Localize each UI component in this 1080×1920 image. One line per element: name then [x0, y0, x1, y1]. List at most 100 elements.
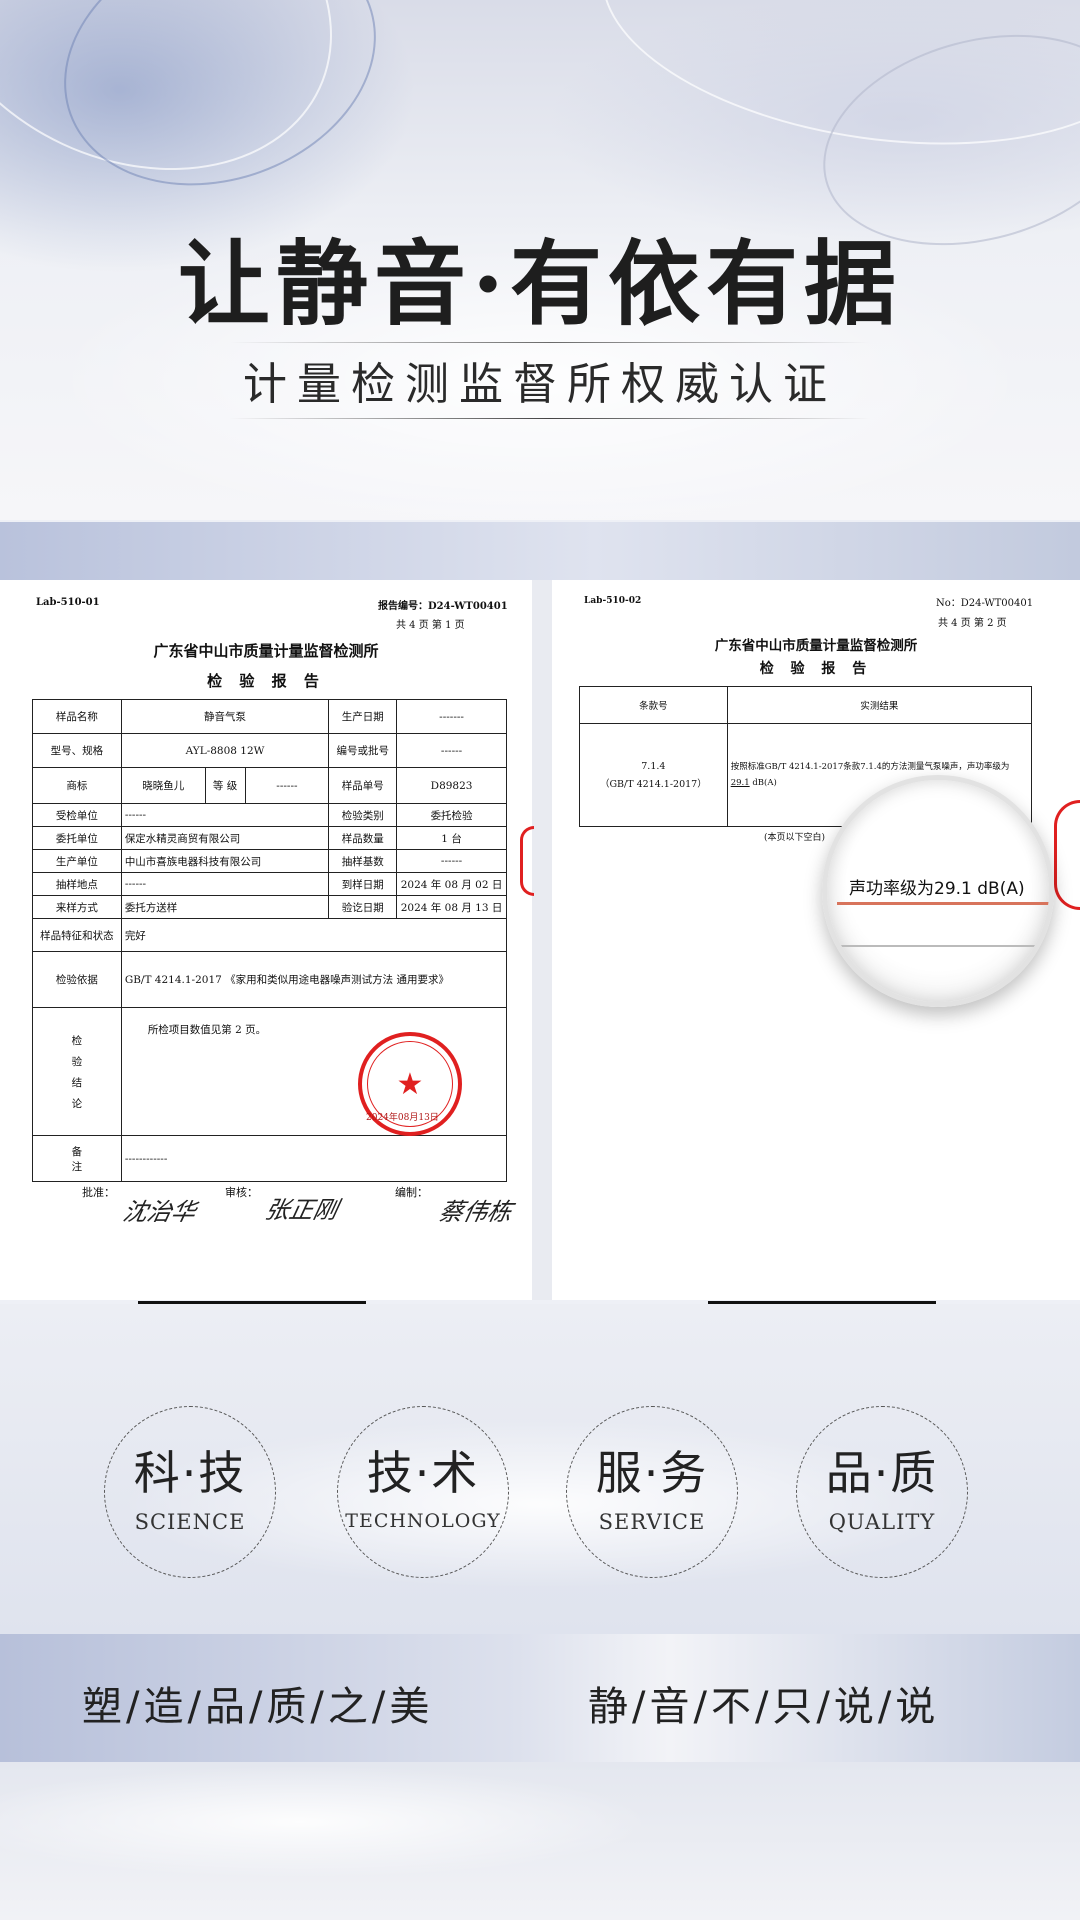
clause-standard: （GB/T 4214.1-2017） — [599, 778, 707, 790]
table-cell: D89823 — [396, 767, 507, 804]
table-cell: GB/T 4214.1-2017 《家用和类似用途电器噪声测试方法 通用要求》 — [120, 951, 508, 1008]
lab-code: Lab-510-01 — [36, 597, 100, 608]
report-title: 检 验 报 告 — [207, 672, 325, 690]
table-cell: 验讫日期 — [328, 895, 398, 919]
table-cell: 型号、规格 — [32, 733, 122, 768]
page-subtitle: 计量检测监督所权威认证 — [243, 359, 837, 410]
slogan-left: 塑/造/品/质/之/美 — [82, 1684, 434, 1730]
table-cell: 抽样地点 — [32, 872, 122, 896]
edge-seal — [1054, 800, 1080, 910]
table-cell: 样品特征和状态 — [32, 918, 122, 952]
table-cell: ------ — [244, 767, 330, 804]
table-cell: 来样方式 — [32, 895, 122, 919]
table-cell: 1 台 — [396, 826, 507, 850]
divider — [837, 945, 1049, 947]
badge-technology: 技·术 TECHNOLOGY — [337, 1406, 509, 1578]
compile-label: 编制： — [395, 1186, 428, 1199]
approve-label: 批准： — [82, 1186, 115, 1199]
table-cell: 生产单位 — [32, 849, 122, 873]
clause-cell: 7.1.4 （GB/T 4214.1-2017） — [579, 723, 728, 827]
divider — [230, 342, 870, 343]
divider — [230, 418, 870, 419]
clause-number: 7.1.4 — [641, 760, 666, 772]
conclusion-label-cell: 检 验 结 论 — [32, 1007, 122, 1136]
badge-title: 技·术 — [366, 1446, 480, 1500]
result-value: 29.1 — [730, 778, 750, 788]
table-cell: 委托单位 — [32, 826, 122, 850]
decorative-swirl — [28, 0, 412, 228]
table-cell: 完好 — [120, 918, 508, 952]
table-cell: 编号或批号 — [328, 733, 398, 768]
table-cell: 委托方送样 — [120, 895, 330, 919]
table-cell: 中山市喜族电器科技有限公司 — [120, 849, 330, 873]
conclusion-label-char: 验 — [71, 1055, 83, 1068]
badge-subtitle: SCIENCE — [134, 1510, 246, 1534]
conclusion-label-char: 论 — [71, 1097, 83, 1110]
blue-band — [0, 522, 1080, 580]
seal-date: 2024年08月13日 — [366, 1113, 439, 1123]
badge-title: 品·质 — [825, 1446, 939, 1500]
result-text: 按照标准GB/T 4214.1-2017条款7.1.4的方法测量气泵噪声，声功率… — [730, 762, 1010, 772]
highlight-line — [837, 902, 1049, 905]
review-label: 审核： — [225, 1186, 258, 1199]
result-unit: dB(A) — [752, 778, 777, 788]
table-cell: ------ — [396, 849, 507, 873]
note-label-cell: 备 注 — [32, 1135, 122, 1182]
table-cell: 保定水精灵商贸有限公司 — [120, 826, 330, 850]
slogan-band: 塑/造/品/质/之/美 静/音/不/只/说/说 — [0, 1634, 1080, 1762]
page-count: 共 4 页 第 2 页 — [938, 618, 1007, 629]
table-header: 条款号 — [579, 686, 728, 724]
test-report-page-1: Lab-510-01 报告编号：D24-WT00401 共 4 页 第 1 页 … — [0, 580, 532, 1300]
blank-note: (本页以下空白) — [764, 833, 826, 843]
page-count: 共 4 页 第 1 页 — [396, 620, 465, 631]
badge-science: 科·技 SCIENCE — [104, 1406, 276, 1578]
table-cell: 静音气泵 — [120, 699, 330, 734]
conclusion-label-char: 结 — [71, 1076, 83, 1089]
table-cell: ------ — [396, 733, 507, 768]
signature-compile: 蔡伟栋 — [436, 1198, 515, 1226]
signature-review: 张正刚 — [262, 1196, 341, 1224]
table-cell: 2024 年 08 月 13 日 — [396, 895, 507, 919]
note-label-char: 注 — [71, 1160, 83, 1173]
table-cell: 生产日期 — [328, 699, 398, 734]
table-cell: 样品单号 — [328, 767, 398, 804]
lab-code: Lab-510-02 — [584, 596, 642, 606]
institute-name: 广东省中山市质量计量监督检测所 — [714, 638, 918, 654]
badge-quality: 品·质 QUALITY — [796, 1406, 968, 1578]
badge-title: 科·技 — [133, 1446, 247, 1500]
table-cell: ------ — [120, 803, 330, 827]
badge-title: 服·务 — [595, 1446, 709, 1500]
magnifier-callout: 声功率级为29.1 dB(A) — [822, 775, 1054, 1007]
badge-subtitle: TECHNOLOGY — [345, 1510, 501, 1532]
table-cell: 2024 年 08 月 02 日 — [396, 872, 507, 896]
table-cell: 抽样基数 — [328, 849, 398, 873]
footer-background — [0, 1762, 1080, 1920]
table-cell: 商标 — [32, 767, 122, 804]
badge-subtitle: QUALITY — [828, 1510, 936, 1534]
edge-seal — [520, 826, 534, 896]
table-cell: 等 级 — [204, 767, 246, 804]
institute-name: 广东省中山市质量计量监督检测所 — [153, 642, 379, 660]
table-cell: 晓晓鱼儿 — [120, 767, 206, 804]
badge-service: 服·务 SERVICE — [566, 1406, 738, 1578]
table-cell: 样品数量 — [328, 826, 398, 850]
table-cell: 检验依据 — [32, 951, 122, 1008]
conclusion-label-char: 检 — [71, 1034, 83, 1047]
signature-approve: 沈治华 — [120, 1198, 199, 1226]
table-cell: AYL-8808 12W — [120, 733, 330, 768]
table-cell: ------- — [396, 699, 507, 734]
table-cell: 到样日期 — [328, 872, 398, 896]
table-cell: ------------ — [120, 1135, 508, 1182]
badge-subtitle: SERVICE — [598, 1510, 706, 1534]
report-number: No：D24-WT00401 — [936, 598, 1034, 609]
table-cell: ------ — [120, 872, 330, 896]
note-label-char: 备 — [71, 1145, 83, 1158]
magnified-result: 声功率级为29.1 dB(A) — [849, 879, 1025, 899]
table-cell: 受检单位 — [32, 803, 122, 827]
slogan-right: 静/音/不/只/说/说 — [588, 1684, 940, 1730]
table-cell: 检验类别 — [328, 803, 398, 827]
report-title: 检 验 报 告 — [759, 661, 873, 677]
table-header: 实测结果 — [726, 686, 1033, 724]
report-number: 报告编号：D24-WT00401 — [378, 601, 508, 612]
page-title: 让静音·有依有据 — [177, 230, 903, 338]
